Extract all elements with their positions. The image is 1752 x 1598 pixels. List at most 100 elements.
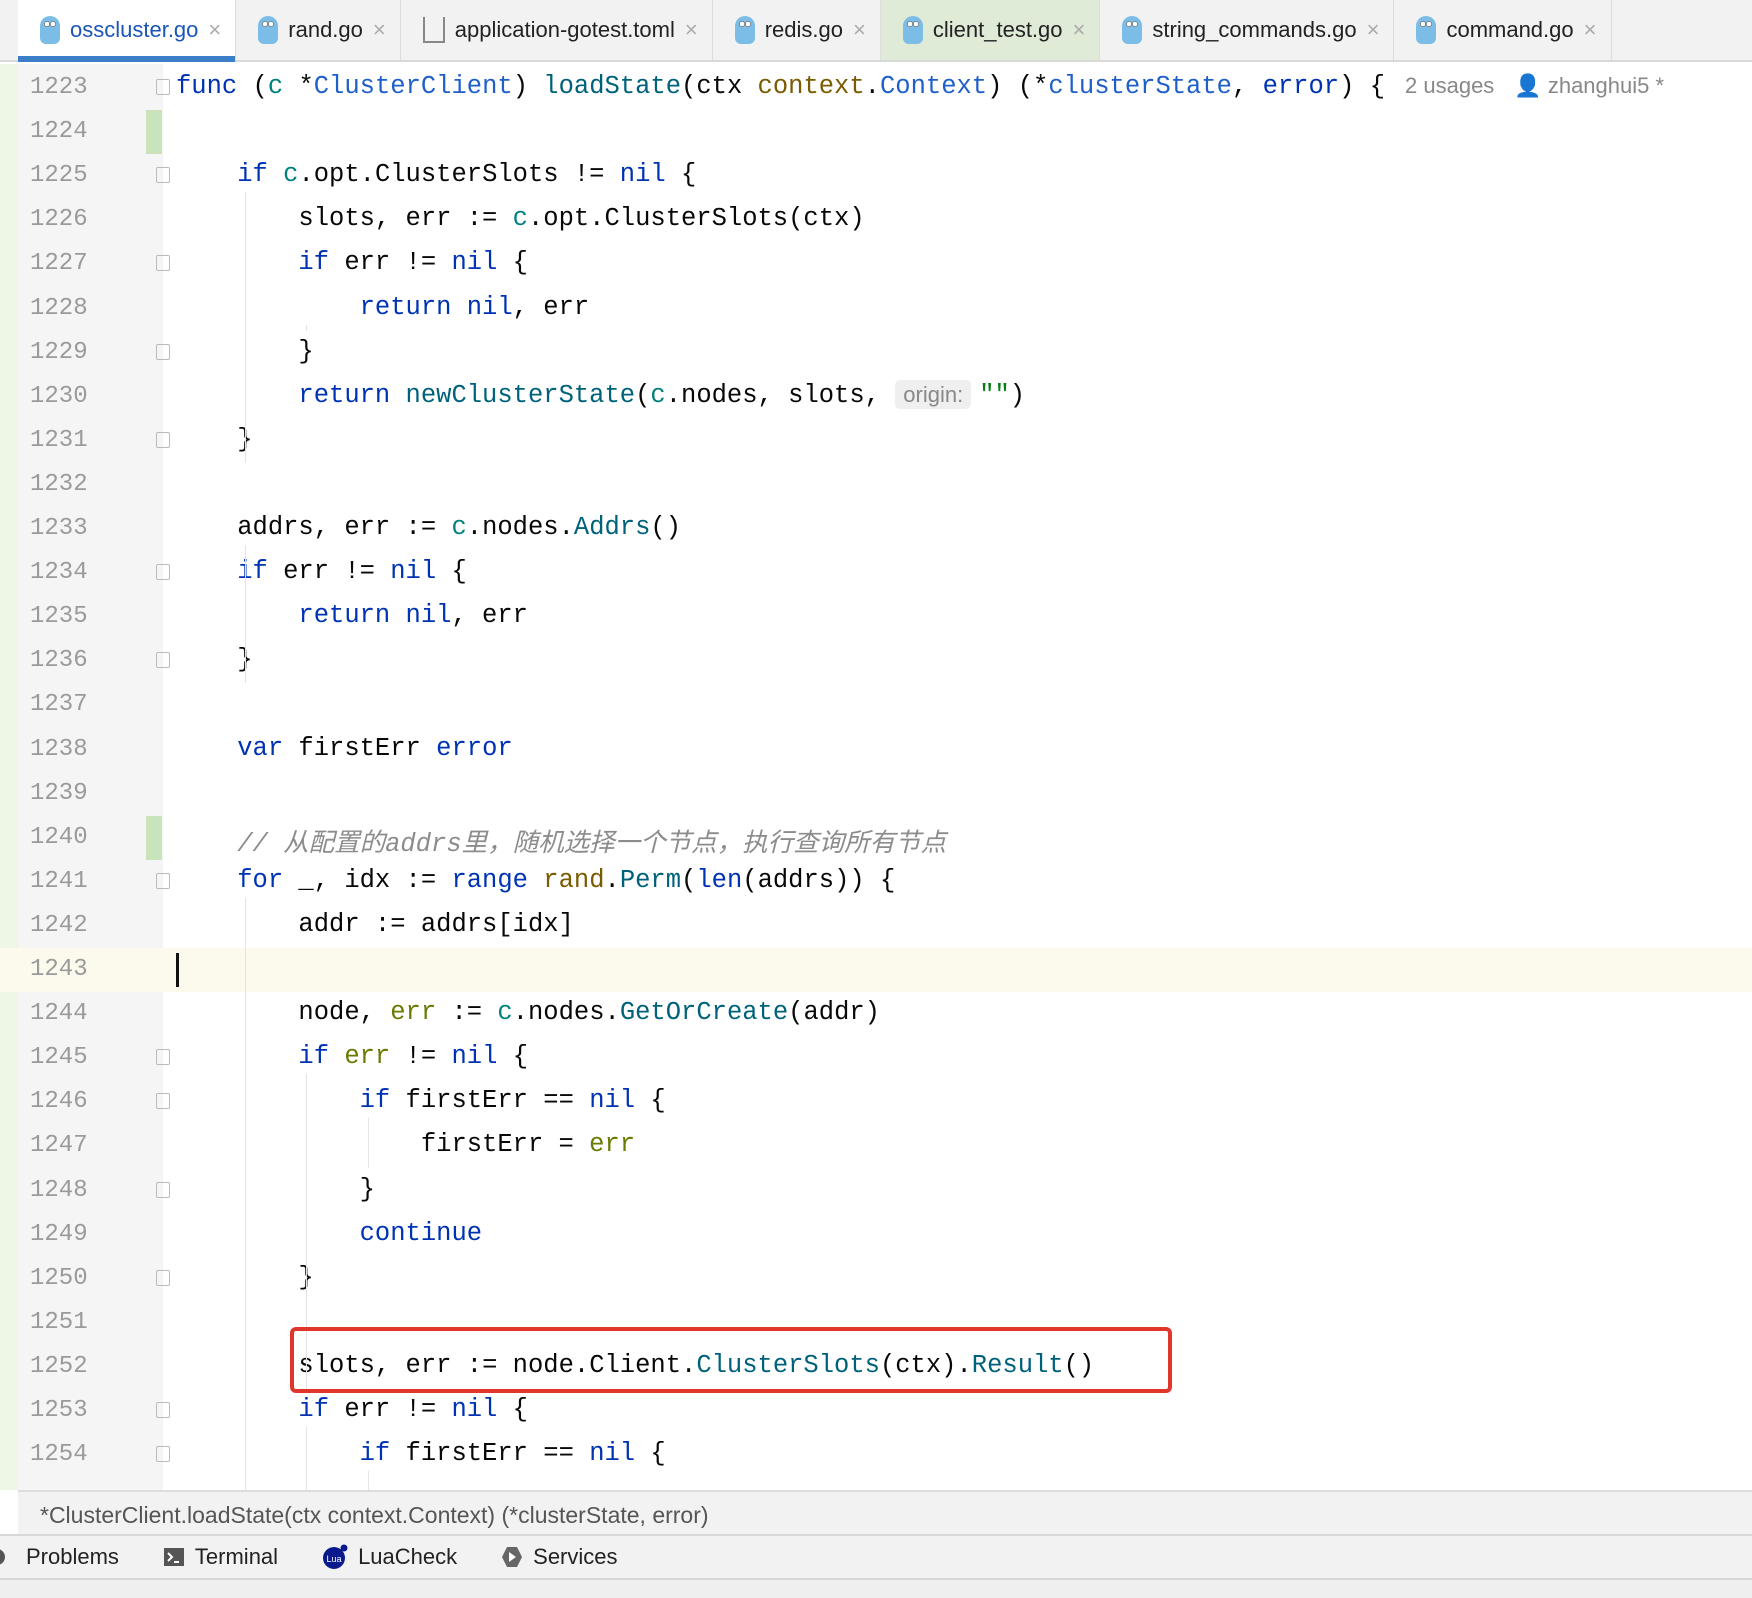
fold-marker-icon[interactable] [156, 255, 170, 272]
fold-marker-icon[interactable] [156, 1269, 170, 1286]
code-line[interactable]: 1228 return nil, err [0, 287, 1752, 331]
code-line[interactable]: 1247 firstErr = err [0, 1124, 1752, 1168]
code-token: if [176, 160, 284, 190]
tab-osscluster-go[interactable]: osscluster.go × [18, 0, 237, 62]
toolwindow-problems[interactable]: Problems [0, 1544, 119, 1570]
fold-marker-icon[interactable] [156, 167, 170, 184]
close-icon[interactable]: × [1584, 17, 1597, 43]
fold-marker-icon[interactable] [156, 1402, 170, 1418]
code-line[interactable]: 1231 } [0, 419, 1752, 463]
code-line[interactable]: 1249 continue [0, 1213, 1752, 1257]
code-token: firstErr = [176, 1130, 590, 1160]
code-line[interactable]: 1223 func (c *ClusterClient) loadState(ct… [0, 66, 1752, 110]
indent-guide [245, 545, 247, 684]
fold-marker-icon[interactable] [156, 431, 170, 448]
fold-marker-icon[interactable] [156, 564, 170, 581]
code-text: // 从配置的addrs里，随机选择一个节点，执行查询所有节点 [176, 822, 946, 859]
indent-guide [367, 1118, 369, 1169]
code-text: if c.opt.ClusterSlots != nil { [176, 160, 696, 189]
code-line[interactable]: 1244 node, err := c.nodes.GetOrCreate(ad… [0, 992, 1752, 1036]
code-line[interactable]: 1232 [0, 463, 1752, 507]
code-line[interactable]: 1230 return newClusterState(c.nodes, slo… [0, 375, 1752, 419]
code-editor[interactable]: 1223 func (c *ClusterClient) loadState(ct… [0, 66, 1752, 1490]
code-token: rand [543, 865, 605, 895]
code-line[interactable]: 1233 addrs, err := c.nodes.Addrs() [0, 507, 1752, 551]
fold-marker-icon[interactable] [156, 1446, 170, 1463]
fold-marker-icon[interactable] [156, 1049, 170, 1066]
line-number: 1240 [30, 823, 88, 851]
breadcrumb[interactable]: *ClusterClient.loadState(ctx context.Con… [18, 1490, 1752, 1534]
author-name: zhanghui5 * [1547, 73, 1665, 98]
code-token: { [635, 1439, 666, 1469]
tab-string-commands-go[interactable]: string_commands.go × [1100, 0, 1395, 60]
code-token: { [497, 248, 528, 278]
code-line[interactable]: 1240 // 从配置的addrs里，随机选择一个节点，执行查询所有节点 [0, 815, 1752, 860]
code-token: context [757, 72, 865, 101]
usages-link[interactable]: 2 usages [1405, 73, 1494, 98]
code-token: nil [451, 248, 498, 278]
highlight-annotation-box [290, 1327, 1172, 1393]
tab-redis-go[interactable]: redis.go × [713, 0, 881, 60]
code-token: nil [451, 1395, 498, 1424]
code-line[interactable]: 1235 return nil, err [0, 595, 1752, 639]
code-line[interactable]: 1229 } [0, 331, 1752, 375]
code-token: "" [979, 380, 1010, 410]
close-icon[interactable]: × [208, 17, 221, 43]
fold-marker-icon[interactable] [156, 1181, 170, 1198]
code-line[interactable]: 1254 if firstErr == nil { [0, 1433, 1752, 1477]
code-token: { [497, 1042, 528, 1072]
code-line[interactable]: 1224 [0, 110, 1752, 155]
code-token: . [604, 865, 620, 895]
tab-rand-go[interactable]: rand.go × [236, 0, 401, 60]
code-line[interactable]: 1242 addr := addrs[idx] [0, 904, 1752, 948]
code-token: .opt.ClusterSlots(ctx) [527, 204, 865, 234]
close-icon[interactable]: × [1073, 17, 1086, 43]
code-text: return nil, err [176, 292, 590, 322]
code-line[interactable]: 1241 for _, idx := range rand.Perm(len(a… [0, 860, 1752, 904]
fold-marker-icon[interactable] [156, 652, 170, 669]
tab-command-go[interactable]: command.go × [1394, 0, 1612, 60]
close-icon[interactable]: × [853, 17, 866, 43]
code-token: clusterState [1048, 72, 1232, 101]
code-line[interactable]: 1227 if err != nil { [0, 242, 1752, 286]
code-text: return newClusterState(c.nodes, slots, o… [176, 379, 1025, 410]
toolwindow-terminal[interactable]: Terminal [163, 1544, 278, 1570]
code-token: .nodes, slots, [665, 380, 896, 410]
tab-application-gotest-toml[interactable]: application-gotest.toml × [401, 0, 713, 60]
code-line[interactable]: 1236 } [0, 639, 1752, 683]
code-line[interactable]: 1234 if err != nil { [0, 551, 1752, 595]
code-line[interactable]: 1245 if err != nil { [0, 1036, 1752, 1080]
code-line[interactable]: 1226 slots, err := c.opt.ClusterSlots(ct… [0, 198, 1752, 242]
code-line[interactable]: 1250 } [0, 1257, 1752, 1301]
code-line[interactable]: 1225 if c.opt.ClusterSlots != nil { [0, 154, 1752, 198]
code-line[interactable]: 1238 var firstErr error [0, 728, 1752, 772]
code-token: } [176, 1174, 375, 1204]
toolwindow-services[interactable]: Services [501, 1544, 618, 1570]
code-line[interactable]: 1243 [0, 948, 1752, 992]
fold-marker-icon[interactable] [156, 872, 170, 889]
gopher-icon [40, 16, 60, 44]
fold-marker-icon[interactable] [156, 79, 170, 95]
code-line[interactable]: 1239 [0, 772, 1752, 816]
terminal-icon [163, 1546, 185, 1568]
code-line[interactable]: 1253 if err != nil { [0, 1389, 1752, 1433]
toml-file-icon [422, 17, 445, 43]
code-token: if [176, 1042, 345, 1072]
code-token: err != [344, 248, 452, 278]
close-icon[interactable]: × [685, 17, 698, 43]
code-line[interactable]: 1248 } [0, 1169, 1752, 1213]
close-icon[interactable]: × [1367, 17, 1380, 43]
code-token: nil [619, 160, 666, 190]
close-icon[interactable]: × [373, 17, 386, 43]
toolwindow-luacheck[interactable]: Lua LuaCheck [322, 1544, 457, 1570]
code-line[interactable]: 1237 [0, 683, 1752, 727]
code-token: return nil [176, 292, 513, 322]
fold-marker-icon[interactable] [156, 343, 170, 360]
indent-guide [306, 1427, 308, 1490]
code-text: } [176, 1175, 375, 1204]
fold-marker-icon[interactable] [156, 1093, 170, 1110]
tab-client-test-go[interactable]: client_test.go × [880, 0, 1101, 60]
author-hint[interactable]: 👤 zhanghui5 * [1514, 73, 1664, 98]
code-token: range [451, 865, 544, 895]
code-line[interactable]: 1246 if firstErr == nil { [0, 1080, 1752, 1124]
